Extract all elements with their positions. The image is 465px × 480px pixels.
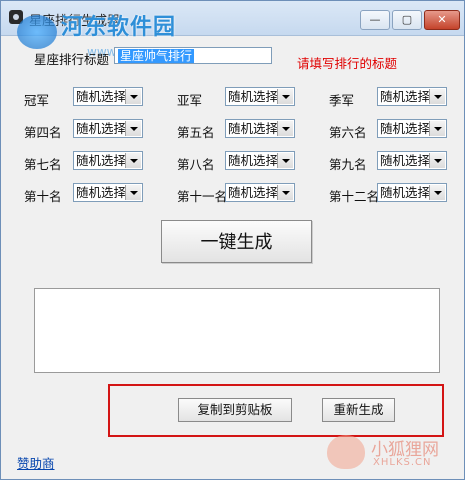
title-hint: 请填写排行的标题 xyxy=(297,56,398,71)
dropdown-arrow-icon xyxy=(125,89,141,104)
dropdown-arrow-icon xyxy=(277,185,293,200)
corner-watermark: 小狐狸网 XHLKS.CN xyxy=(327,431,463,477)
rank-label-11: 第十一名 xyxy=(177,189,228,204)
title-field-label: 星座排行标题 xyxy=(34,52,110,67)
rank-label-4: 第四名 xyxy=(24,125,62,140)
dropdown-arrow-icon xyxy=(429,89,445,104)
rank-select-12[interactable]: 随机选择 xyxy=(377,183,447,202)
dropdown-arrow-icon xyxy=(429,153,445,168)
dropdown-arrow-icon xyxy=(277,153,293,168)
dropdown-arrow-icon xyxy=(125,121,141,136)
rank-select-2[interactable]: 随机选择 xyxy=(225,87,295,106)
rank-label-5: 第五名 xyxy=(177,125,215,140)
title-input-value: 星座帅气排行 xyxy=(118,49,195,63)
rank-label-8: 第八名 xyxy=(177,157,215,172)
fox-logo-icon xyxy=(327,435,365,469)
rank-select-value: 随机选择 xyxy=(76,153,127,168)
rank-label-12: 第十二名 xyxy=(329,189,380,204)
rank-label-7: 第七名 xyxy=(24,157,62,172)
rank-select-value: 随机选择 xyxy=(380,153,431,168)
rank-select-4[interactable]: 随机选择 xyxy=(73,119,143,138)
rank-select-value: 随机选择 xyxy=(380,185,431,200)
dropdown-arrow-icon xyxy=(277,121,293,136)
dropdown-arrow-icon xyxy=(429,121,445,136)
rank-select-5[interactable]: 随机选择 xyxy=(225,119,295,138)
regenerate-button[interactable]: 重新生成 xyxy=(322,398,395,422)
rank-select-value: 随机选择 xyxy=(380,89,431,104)
rank-label-1: 冠军 xyxy=(24,93,50,108)
rank-label-9: 第九名 xyxy=(329,157,367,172)
rank-label-3: 季军 xyxy=(329,93,355,108)
rank-select-3[interactable]: 随机选择 xyxy=(377,87,447,106)
rank-select-6[interactable]: 随机选择 xyxy=(377,119,447,138)
rank-label-2: 亚军 xyxy=(177,93,203,108)
rank-label-10: 第十名 xyxy=(24,189,62,204)
output-textarea[interactable] xyxy=(34,288,440,373)
watermark-logo-icon xyxy=(17,15,57,49)
rank-select-value: 随机选择 xyxy=(76,121,127,136)
generate-button[interactable]: 一键生成 xyxy=(161,220,312,263)
rank-select-value: 随机选择 xyxy=(76,185,127,200)
close-button[interactable]: ✕ xyxy=(424,10,460,30)
rank-select-value: 随机选择 xyxy=(380,121,431,136)
dropdown-arrow-icon xyxy=(125,185,141,200)
title-input[interactable]: 星座帅气排行 xyxy=(114,47,272,64)
rank-label-6: 第六名 xyxy=(329,125,367,140)
watermark-logo-text: 河东软件园 xyxy=(61,15,177,40)
copy-to-clipboard-button[interactable]: 复制到剪贴板 xyxy=(178,398,292,422)
dropdown-arrow-icon xyxy=(277,89,293,104)
rank-select-8[interactable]: 随机选择 xyxy=(225,151,295,170)
rank-select-value: 随机选择 xyxy=(228,121,279,136)
rank-select-value: 随机选择 xyxy=(228,89,279,104)
app-window: 星座排行生成器 — ▢ ✕ 河东软件园 www.pc0359.cn 星座排行标题… xyxy=(0,0,465,480)
rank-select-value: 随机选择 xyxy=(76,89,127,104)
rank-select-7[interactable]: 随机选择 xyxy=(73,151,143,170)
rank-select-value: 随机选择 xyxy=(228,185,279,200)
corner-watermark-en: XHLKS.CN xyxy=(373,457,432,468)
dropdown-arrow-icon xyxy=(429,185,445,200)
rank-select-1[interactable]: 随机选择 xyxy=(73,87,143,106)
rank-select-9[interactable]: 随机选择 xyxy=(377,151,447,170)
maximize-button[interactable]: ▢ xyxy=(392,10,422,30)
rank-select-10[interactable]: 随机选择 xyxy=(73,183,143,202)
sponsor-link[interactable]: 赞助商 xyxy=(17,453,55,472)
minimize-button[interactable]: — xyxy=(360,10,390,30)
dropdown-arrow-icon xyxy=(125,153,141,168)
rank-select-11[interactable]: 随机选择 xyxy=(225,183,295,202)
rank-select-value: 随机选择 xyxy=(228,153,279,168)
